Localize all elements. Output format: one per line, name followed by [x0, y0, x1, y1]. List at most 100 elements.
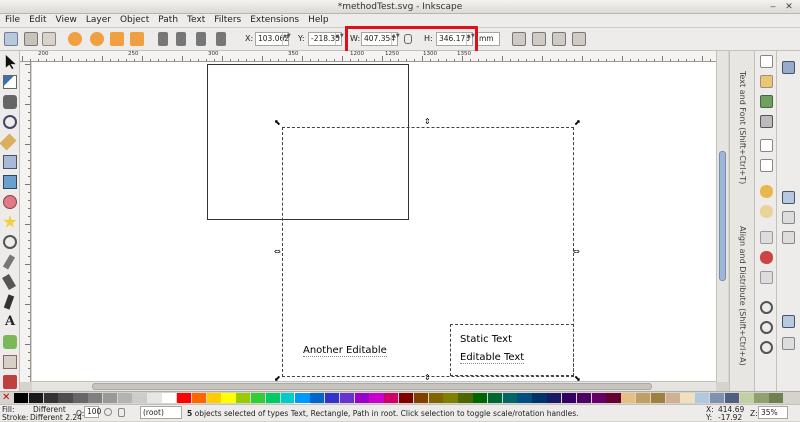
resize-handle-bottom[interactable]: ⇕ — [424, 374, 431, 382]
color-swatch[interactable] — [236, 393, 251, 403]
import-icon[interactable] — [760, 139, 773, 152]
resize-handle-top-right[interactable]: ⬉ — [574, 118, 581, 127]
transform-patterns-icon[interactable] — [572, 32, 586, 46]
unit-select[interactable]: mm — [476, 32, 500, 46]
open-icon[interactable] — [760, 75, 773, 88]
menu-file[interactable]: File — [0, 14, 24, 27]
measure-tool-icon[interactable] — [0, 133, 17, 151]
raise-to-top-icon[interactable] — [158, 32, 168, 46]
color-swatch[interactable] — [399, 393, 414, 403]
paint-bucket-tool-icon[interactable] — [3, 375, 17, 389]
resize-handle-bottom-left[interactable]: ⬉ — [274, 374, 281, 381]
cut-icon[interactable] — [760, 251, 773, 264]
export-icon[interactable] — [760, 159, 773, 172]
color-swatch[interactable] — [324, 393, 340, 403]
color-swatch[interactable] — [517, 393, 532, 403]
color-swatch[interactable] — [724, 393, 740, 403]
text-another-editable[interactable]: Another Editable — [303, 345, 387, 357]
flip-vertical-icon[interactable] — [130, 32, 144, 46]
snap-nodes-icon[interactable] — [782, 315, 795, 328]
color-swatch[interactable] — [547, 393, 562, 403]
resize-handle-top[interactable]: ⇕ — [424, 118, 431, 126]
menu-filters[interactable]: Filters — [209, 14, 245, 27]
x-field[interactable]: 103.062 ▲▼ — [255, 32, 291, 46]
color-swatch[interactable] — [754, 393, 769, 403]
layer-lock-icon[interactable] — [118, 408, 125, 417]
color-swatch[interactable] — [695, 393, 710, 403]
selector-tool-icon[interactable] — [5, 55, 16, 69]
text-tool-icon[interactable]: A — [3, 315, 17, 329]
node-tool-icon[interactable] — [3, 75, 17, 89]
color-swatch[interactable] — [621, 393, 636, 403]
copy-icon[interactable] — [760, 231, 773, 244]
color-swatch[interactable] — [58, 393, 73, 403]
color-swatch[interactable] — [458, 393, 473, 403]
eraser-tool-icon[interactable] — [3, 355, 17, 369]
color-swatch[interactable] — [443, 393, 458, 403]
color-swatch[interactable] — [561, 393, 577, 403]
zoom-tool-icon[interactable] — [3, 115, 17, 129]
x-spin-arrows[interactable]: ▲▼ — [282, 33, 291, 45]
color-swatch[interactable] — [635, 393, 651, 403]
pencil-tool-icon[interactable] — [2, 254, 16, 270]
color-swatch[interactable] — [502, 393, 517, 403]
text-group-box[interactable] — [450, 324, 574, 376]
color-swatch[interactable] — [147, 393, 162, 403]
resize-handle-bottom-right[interactable]: ⬉ — [574, 374, 581, 381]
resize-handle-left[interactable]: ⇔ — [274, 248, 281, 256]
menu-help[interactable]: Help — [303, 14, 333, 27]
menu-object[interactable]: Object — [115, 14, 153, 27]
layer-select[interactable]: (root) — [140, 406, 182, 419]
opacity-field[interactable]: 100 — [84, 406, 101, 418]
print-icon[interactable] — [760, 115, 773, 128]
snap-bbox-icon[interactable] — [782, 191, 795, 204]
menu-layer[interactable]: Layer — [81, 14, 115, 27]
color-swatch[interactable] — [354, 393, 369, 403]
ellipse-tool-icon[interactable] — [3, 195, 17, 209]
color-swatch[interactable] — [650, 393, 666, 403]
close-button[interactable]: ✕ — [784, 2, 794, 12]
color-swatch[interactable] — [176, 393, 192, 403]
select-all-layers-icon[interactable] — [24, 32, 38, 46]
star-tool-icon[interactable] — [3, 215, 17, 228]
horizontal-scrollbar[interactable] — [32, 381, 716, 391]
color-swatch[interactable] — [162, 393, 177, 403]
rectangle-tool-icon[interactable] — [3, 155, 17, 169]
color-swatch[interactable] — [280, 393, 295, 403]
zoom-drawing-icon[interactable] — [760, 321, 773, 334]
y-spin-arrows[interactable]: ▲▼ — [335, 33, 344, 45]
new-document-icon[interactable] — [760, 55, 773, 68]
color-swatch[interactable] — [28, 393, 44, 403]
dock-tab-align[interactable]: Align and Distribute (Shift+Ctrl+A) — [738, 226, 747, 366]
snap-paths-icon[interactable] — [782, 337, 795, 350]
color-swatch[interactable] — [88, 393, 103, 403]
menu-path[interactable]: Path — [153, 14, 182, 27]
spiral-tool-icon[interactable] — [3, 235, 17, 249]
color-swatch[interactable] — [487, 393, 503, 403]
raise-icon[interactable] — [176, 32, 186, 46]
dock-tab-text-font[interactable]: Text and Font (Shift+Ctrl+T) — [738, 71, 747, 184]
select-all-icon[interactable] — [4, 32, 18, 46]
redo-icon[interactable] — [760, 205, 773, 218]
color-swatch[interactable] — [739, 393, 754, 403]
menu-edit[interactable]: Edit — [24, 14, 50, 27]
menu-view[interactable]: View — [51, 14, 81, 27]
color-swatch[interactable] — [532, 393, 547, 403]
layer-visibility-icon[interactable] — [104, 408, 112, 416]
color-swatch[interactable] — [14, 393, 29, 403]
color-swatch[interactable] — [191, 393, 206, 403]
snap-bbox-edge-icon[interactable] — [782, 211, 795, 224]
tweak-tool-icon[interactable] — [3, 95, 17, 109]
lower-to-bottom-icon[interactable] — [216, 32, 226, 46]
color-swatch[interactable] — [310, 393, 325, 403]
color-swatch[interactable] — [369, 393, 384, 403]
color-swatch[interactable] — [73, 393, 88, 403]
color-swatch[interactable] — [132, 393, 147, 403]
color-swatch[interactable] — [769, 393, 784, 403]
vertical-scroll-thumb[interactable] — [719, 151, 726, 281]
color-swatch[interactable] — [428, 393, 443, 403]
color-swatch[interactable] — [221, 393, 236, 403]
paste-icon[interactable] — [760, 271, 773, 284]
zoom-selection-icon[interactable] — [760, 301, 773, 314]
rotate-cw-icon[interactable] — [90, 32, 104, 46]
